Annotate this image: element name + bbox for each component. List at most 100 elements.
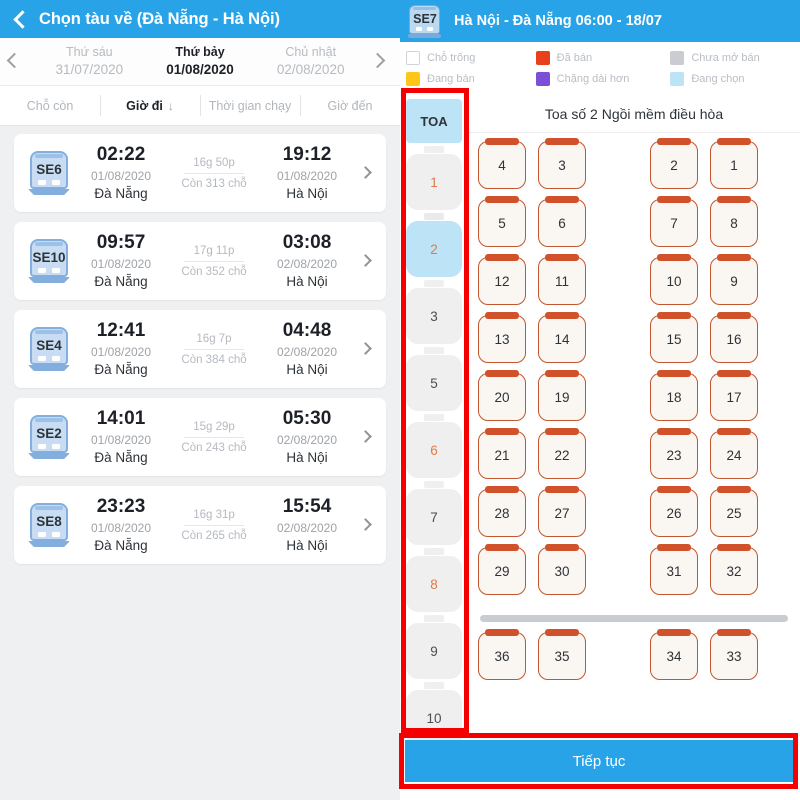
seat-headrest-icon: [545, 254, 579, 261]
arrival-block: 04:48 02/08/2020 Hà Nội: [258, 318, 356, 380]
seat-cell[interactable]: 7: [650, 196, 698, 247]
seat-cell[interactable]: 29: [478, 544, 526, 595]
seat-cell[interactable]: 19: [538, 370, 586, 421]
seat-cell[interactable]: 20: [478, 370, 526, 421]
departure-date: 01/08/2020: [90, 257, 152, 272]
chevron-left-icon[interactable]: [10, 10, 28, 28]
coach-item-5[interactable]: 5: [406, 347, 462, 411]
chevron-right-icon[interactable]: [356, 249, 378, 273]
seat-headrest-icon: [717, 629, 751, 636]
date-dow: Thứ bảy: [175, 44, 225, 59]
date-option-2[interactable]: Chủ nhật 02/08/2020: [255, 44, 366, 79]
sort-tab-duration[interactable]: Thời gian chạy: [200, 86, 300, 125]
sort-tab-label: Chỗ còn: [26, 98, 74, 113]
seat-number: 5: [498, 215, 506, 231]
train-row[interactable]: SE8 23:23 01/08/2020 Đà Nẵng 16g 31p Còn…: [14, 486, 386, 564]
date-option-1[interactable]: Thứ bảy 01/08/2020: [145, 44, 256, 79]
seat-cell[interactable]: 10: [650, 254, 698, 305]
seat-number: 9: [730, 273, 738, 289]
seat-cell[interactable]: 26: [650, 486, 698, 537]
coach-item-8[interactable]: 8: [406, 548, 462, 612]
seat-cell[interactable]: 27: [538, 486, 586, 537]
seat-cell[interactable]: 13: [478, 312, 526, 363]
seat-cell[interactable]: 34: [650, 629, 698, 680]
seat-cell[interactable]: 33: [710, 629, 758, 680]
seat-cell[interactable]: 14: [538, 312, 586, 363]
seat-row: 13 14 15 16: [468, 312, 800, 373]
arrival-block: 05:30 02/08/2020 Hà Nội: [258, 406, 356, 468]
arrival-date: 02/08/2020: [276, 521, 338, 536]
horizontal-scrollbar[interactable]: [480, 615, 788, 622]
seat-cell[interactable]: 6: [538, 196, 586, 247]
seat-cell[interactable]: 23: [650, 428, 698, 479]
train-row[interactable]: SE2 14:01 01/08/2020 Đà Nẵng 15g 29p Còn…: [14, 398, 386, 476]
seat-cell[interactable]: 18: [650, 370, 698, 421]
departure-block: 09:57 01/08/2020 Đà Nẵng: [72, 230, 170, 292]
chevron-right-icon[interactable]: [356, 161, 378, 185]
seat-row: 36 35 34 33: [468, 629, 800, 690]
train-row[interactable]: SE10 09:57 01/08/2020 Đà Nẵng 17g 11p Cò…: [14, 222, 386, 300]
train-row[interactable]: SE6 02:22 01/08/2020 Đà Nẵng 16g 50p Còn…: [14, 134, 386, 212]
sort-tab-arrival-time[interactable]: Giờ đến: [300, 86, 400, 125]
seat-cell[interactable]: 5: [478, 196, 526, 247]
seat-cell[interactable]: 22: [538, 428, 586, 479]
seat-cell[interactable]: 16: [710, 312, 758, 363]
seat-cell[interactable]: 15: [650, 312, 698, 363]
trip-summary: 16g 31p Còn 265 chỗ: [170, 509, 258, 542]
date-navigator: Thứ sáu 31/07/2020 Thứ bảy 01/08/2020 Ch…: [0, 38, 400, 86]
seat-cell[interactable]: 31: [650, 544, 698, 595]
seat-headrest-icon: [657, 254, 691, 261]
seat-cell[interactable]: 12: [478, 254, 526, 305]
departure-time: 02:22: [96, 143, 146, 165]
coach-item-3[interactable]: 3: [406, 280, 462, 344]
seat-cell[interactable]: 24: [710, 428, 758, 479]
next-date-button[interactable]: [366, 38, 400, 86]
seat-headrest-icon: [545, 196, 579, 203]
seat-number: 33: [726, 648, 742, 664]
coach-item-7[interactable]: 7: [406, 481, 462, 545]
train-row[interactable]: SE4 12:41 01/08/2020 Đà Nẵng 16g 7p Còn …: [14, 310, 386, 388]
seat-cell[interactable]: 32: [710, 544, 758, 595]
seat-cell[interactable]: 9: [710, 254, 758, 305]
seat-cell[interactable]: 17: [710, 370, 758, 421]
chevron-right-icon[interactable]: [356, 337, 378, 361]
coach-item-6[interactable]: 6: [406, 414, 462, 478]
date-value: 31/07/2020: [55, 61, 124, 77]
arrival-time: 03:08: [282, 231, 332, 253]
seat-cell[interactable]: 36: [478, 629, 526, 680]
coach-label: 8: [406, 556, 462, 612]
arrival-date: 02/08/2020: [276, 345, 338, 360]
coach-coupler-icon: [424, 347, 444, 354]
coach-label: 10: [406, 690, 462, 746]
seat-headrest-icon: [657, 370, 691, 377]
seat-cell[interactable]: 2: [650, 138, 698, 189]
legend-swatch-icon: [535, 71, 550, 86]
continue-button[interactable]: Tiếp tục: [405, 740, 793, 782]
train-icon: SE7: [408, 3, 442, 39]
seat-headrest-icon: [657, 428, 691, 435]
sort-tab-departure-time[interactable]: Giờ đi ↓: [100, 86, 200, 125]
chevron-right-icon[interactable]: [356, 513, 378, 537]
coach-item-1[interactable]: 1: [406, 146, 462, 210]
seat-cell[interactable]: 1: [710, 138, 758, 189]
coach-item-9[interactable]: 9: [406, 615, 462, 679]
sort-tab-seats-left[interactable]: Chỗ còn: [0, 86, 100, 125]
seat-cell[interactable]: 35: [538, 629, 586, 680]
date-option-0[interactable]: Thứ sáu 31/07/2020: [34, 44, 145, 79]
seat-cell[interactable]: 8: [710, 196, 758, 247]
chevron-right-icon[interactable]: [356, 425, 378, 449]
seat-cell[interactable]: 25: [710, 486, 758, 537]
seat-cell[interactable]: 21: [478, 428, 526, 479]
seat-cell[interactable]: 28: [478, 486, 526, 537]
seat-number: 27: [554, 505, 570, 521]
seat-cell[interactable]: 3: [538, 138, 586, 189]
prev-date-button[interactable]: [0, 38, 34, 86]
seat-cell[interactable]: 30: [538, 544, 586, 595]
seat-cell[interactable]: 4: [478, 138, 526, 189]
seats-available: Còn 265 chỗ: [181, 529, 247, 542]
legend-label: Đã bán: [556, 51, 593, 64]
seat-cell[interactable]: 11: [538, 254, 586, 305]
coach-item-2[interactable]: 2: [406, 213, 462, 277]
seat-headrest-icon: [485, 486, 519, 493]
coach-item-10[interactable]: 10: [406, 682, 462, 746]
